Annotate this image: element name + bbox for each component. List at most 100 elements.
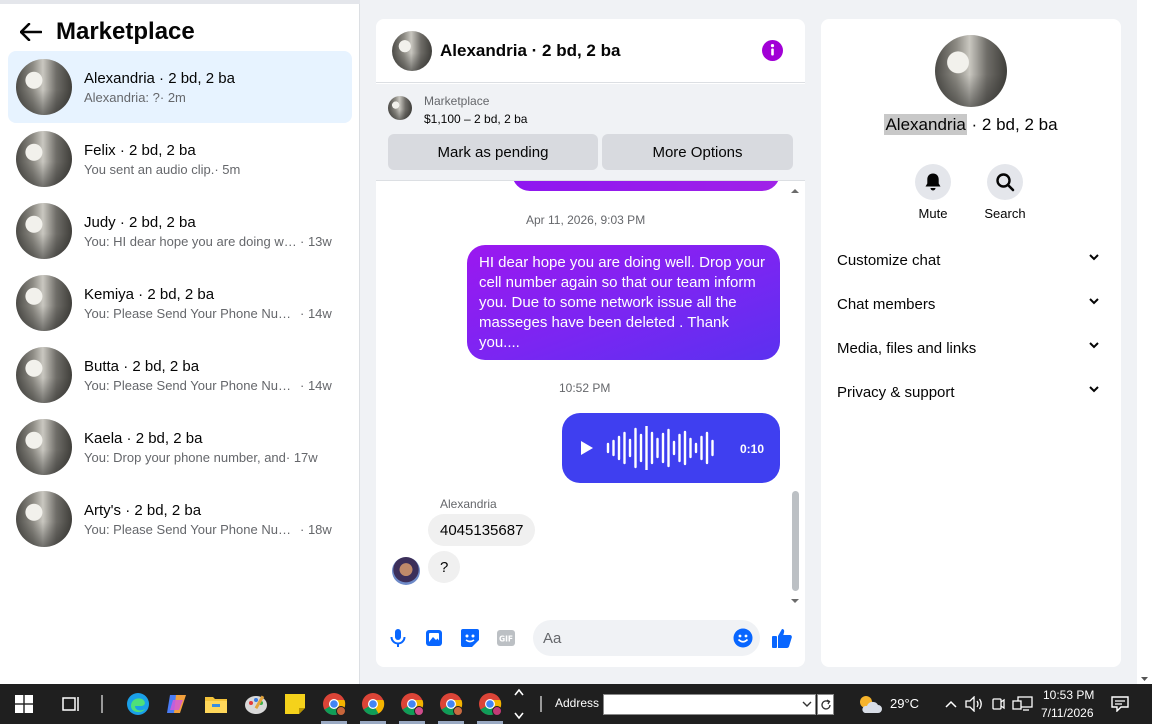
listing-thumbnail[interactable] <box>388 96 412 120</box>
task-view-icon[interactable] <box>59 692 83 716</box>
last-message: You sent an audio clip. <box>84 161 215 177</box>
conversation-avatar <box>16 131 72 187</box>
bell-icon <box>915 164 951 200</box>
section-label: Media, files and links <box>837 339 977 357</box>
conversation-text: Kemiya · 2 bd, 2 ba You: Please Send Your… <box>84 286 344 321</box>
chrome-profile-icon[interactable] <box>361 692 385 716</box>
search-icon <box>987 164 1023 200</box>
mark-as-pending-button[interactable]: Mark as pending <box>388 134 598 170</box>
last-message: You: HI dear hope you are doing well. <box>84 233 300 249</box>
conversation-avatar <box>16 275 72 331</box>
highlighted-name: Alexandria <box>884 114 967 135</box>
chevron-down-icon <box>1089 386 1099 393</box>
conversation-name: Kaela · 2 bd, 2 ba <box>84 429 203 447</box>
copilot-icon[interactable] <box>165 692 189 716</box>
weather-icon[interactable] <box>857 692 883 716</box>
search-button[interactable]: Search <box>975 164 1035 221</box>
timestamp: 10:52 PM <box>559 381 611 395</box>
temperature[interactable]: 29°C <box>890 696 919 711</box>
listing-price[interactable]: $1,100 – 2 bd, 2 ba <box>424 112 527 126</box>
chat-title[interactable]: Alexandria · 2 bd, 2 ba <box>440 41 620 61</box>
conversation-preview: You: Please Send Your Phone Number · 14w <box>84 306 344 321</box>
chrome-profile-icon[interactable] <box>400 692 424 716</box>
meet-now-icon[interactable] <box>990 692 1006 716</box>
gif-icon[interactable]: GIF <box>495 627 517 649</box>
outgoing-message[interactable]: HI dear hope you are doing well. Drop yo… <box>467 245 780 360</box>
address-label: Address <box>555 696 600 710</box>
conversation-name: Judy · 2 bd, 2 ba <box>84 213 196 231</box>
windows-start-icon[interactable] <box>12 692 36 716</box>
sticker-icon[interactable] <box>459 627 481 649</box>
conversation-text: Kaela · 2 bd, 2 ba You: Drop your phone n… <box>84 430 344 465</box>
sender-avatar[interactable] <box>392 557 420 585</box>
chrome-profile-icon[interactable] <box>439 692 463 716</box>
section-customize-chat[interactable]: Customize chat <box>829 238 1113 282</box>
chevron-down-icon <box>1089 342 1099 349</box>
conversation-name: Felix · 2 bd, 2 ba <box>84 141 196 159</box>
conversation-item[interactable]: Felix · 2 bd, 2 ba You sent an audio clip… <box>8 123 352 195</box>
more-options-button[interactable]: More Options <box>602 134 793 170</box>
notification-icon[interactable] <box>1108 692 1132 716</box>
section-chat-members[interactable]: Chat members <box>829 282 1113 326</box>
profile-avatar[interactable] <box>935 35 1007 107</box>
conversation-list: Alexandria · 2 bd, 2 ba Alexandria: ? · 2… <box>8 51 352 555</box>
conversation-text: Alexandria · 2 bd, 2 ba Alexandria: ? · 2… <box>84 70 344 105</box>
conversation-item[interactable]: Alexandria · 2 bd, 2 ba Alexandria: ? · 2… <box>8 51 352 123</box>
conversation-item[interactable]: Butta · 2 bd, 2 ba You: Please Send Your … <box>8 339 352 411</box>
refresh-icon[interactable] <box>817 694 834 715</box>
play-icon[interactable] <box>580 441 594 455</box>
marketplace-listing-bar: Marketplace $1,100 – 2 bd, 2 ba Mark as … <box>376 84 805 181</box>
chevron-down-icon <box>1089 254 1099 261</box>
listing-name: · 2 bd, 2 ba <box>966 115 1058 134</box>
incoming-message[interactable]: ? <box>428 551 461 583</box>
clock-date[interactable]: 7/11/2026 <box>1041 706 1094 720</box>
emoji-icon[interactable] <box>732 627 754 649</box>
conversation-preview: You: Please Send Your Phone Number · 14w <box>84 378 344 393</box>
thumbs-up-icon[interactable] <box>771 627 793 649</box>
incoming-message[interactable]: 4045135687 <box>428 514 536 546</box>
address-input[interactable] <box>603 694 816 715</box>
section-media-files-and-links[interactable]: Media, files and links <box>829 326 1113 370</box>
conversation-sidebar: Marketplace Alexandria · 2 bd, 2 ba Alexa… <box>0 0 360 684</box>
profile-name: Alexandria · 2 bd, 2 ba <box>821 114 1121 135</box>
message-thread: Apr 11, 2026, 9:03 PM HI dear hope you a… <box>376 181 805 605</box>
section-label: Customize chat <box>837 251 941 269</box>
taskbar-scroll-arrows[interactable] <box>512 686 526 722</box>
info-icon[interactable] <box>762 40 783 61</box>
volume-icon[interactable] <box>964 692 984 716</box>
sticky-notes-icon[interactable] <box>283 692 307 716</box>
conversation-text: Judy · 2 bd, 2 ba You: HI dear hope you a… <box>84 214 344 249</box>
network-icon[interactable] <box>1012 692 1034 716</box>
marketplace-label: Marketplace <box>424 94 490 108</box>
audio-message[interactable]: 0:10 <box>562 413 780 483</box>
file-explorer-icon[interactable] <box>204 692 228 716</box>
conversation-item[interactable]: Judy · 2 bd, 2 ba You: HI dear hope you a… <box>8 195 352 267</box>
chat-panel: Alexandria · 2 bd, 2 ba Marketplace $1,1… <box>376 19 805 667</box>
back-arrow-icon[interactable] <box>18 19 44 45</box>
taskbar-divider <box>101 695 103 713</box>
conversation-preview: You: Drop your phone number, and · 17w <box>84 450 344 465</box>
page-scrollbar[interactable] <box>1137 0 1152 684</box>
conversation-item[interactable]: Arty's · 2 bd, 2 ba You: Please Send Your… <box>8 483 352 555</box>
conversation-item[interactable]: Kemiya · 2 bd, 2 ba You: Please Send Your… <box>8 267 352 339</box>
chevron-up-icon[interactable] <box>943 692 959 716</box>
top-divider <box>0 0 360 4</box>
chat-avatar[interactable] <box>392 30 432 71</box>
chrome-profile-icon[interactable] <box>322 692 346 716</box>
conversation-preview: You: HI dear hope you are doing well. · … <box>84 234 344 249</box>
mute-button[interactable]: Mute <box>903 164 963 221</box>
conversation-item[interactable]: Kaela · 2 bd, 2 ba You: Drop your phone n… <box>8 411 352 483</box>
image-icon[interactable] <box>423 627 445 649</box>
edge-icon[interactable] <box>126 692 150 716</box>
sidebar-header: Marketplace <box>18 16 195 48</box>
timestamp: Apr 11, 2026, 9:03 PM <box>526 213 646 227</box>
conversation-text: Butta · 2 bd, 2 ba You: Please Send Your … <box>84 358 344 393</box>
microphone-icon[interactable] <box>387 627 409 649</box>
message-input[interactable] <box>533 620 760 656</box>
chrome-profile-icon[interactable] <box>478 692 502 716</box>
paint-icon[interactable] <box>244 692 268 716</box>
chat-scrollbar-thumb[interactable] <box>792 491 799 591</box>
section-privacy-support[interactable]: Privacy & support <box>829 370 1113 414</box>
message-time: · 13w <box>300 233 332 249</box>
clock-time[interactable]: 10:53 PM <box>1043 688 1094 702</box>
